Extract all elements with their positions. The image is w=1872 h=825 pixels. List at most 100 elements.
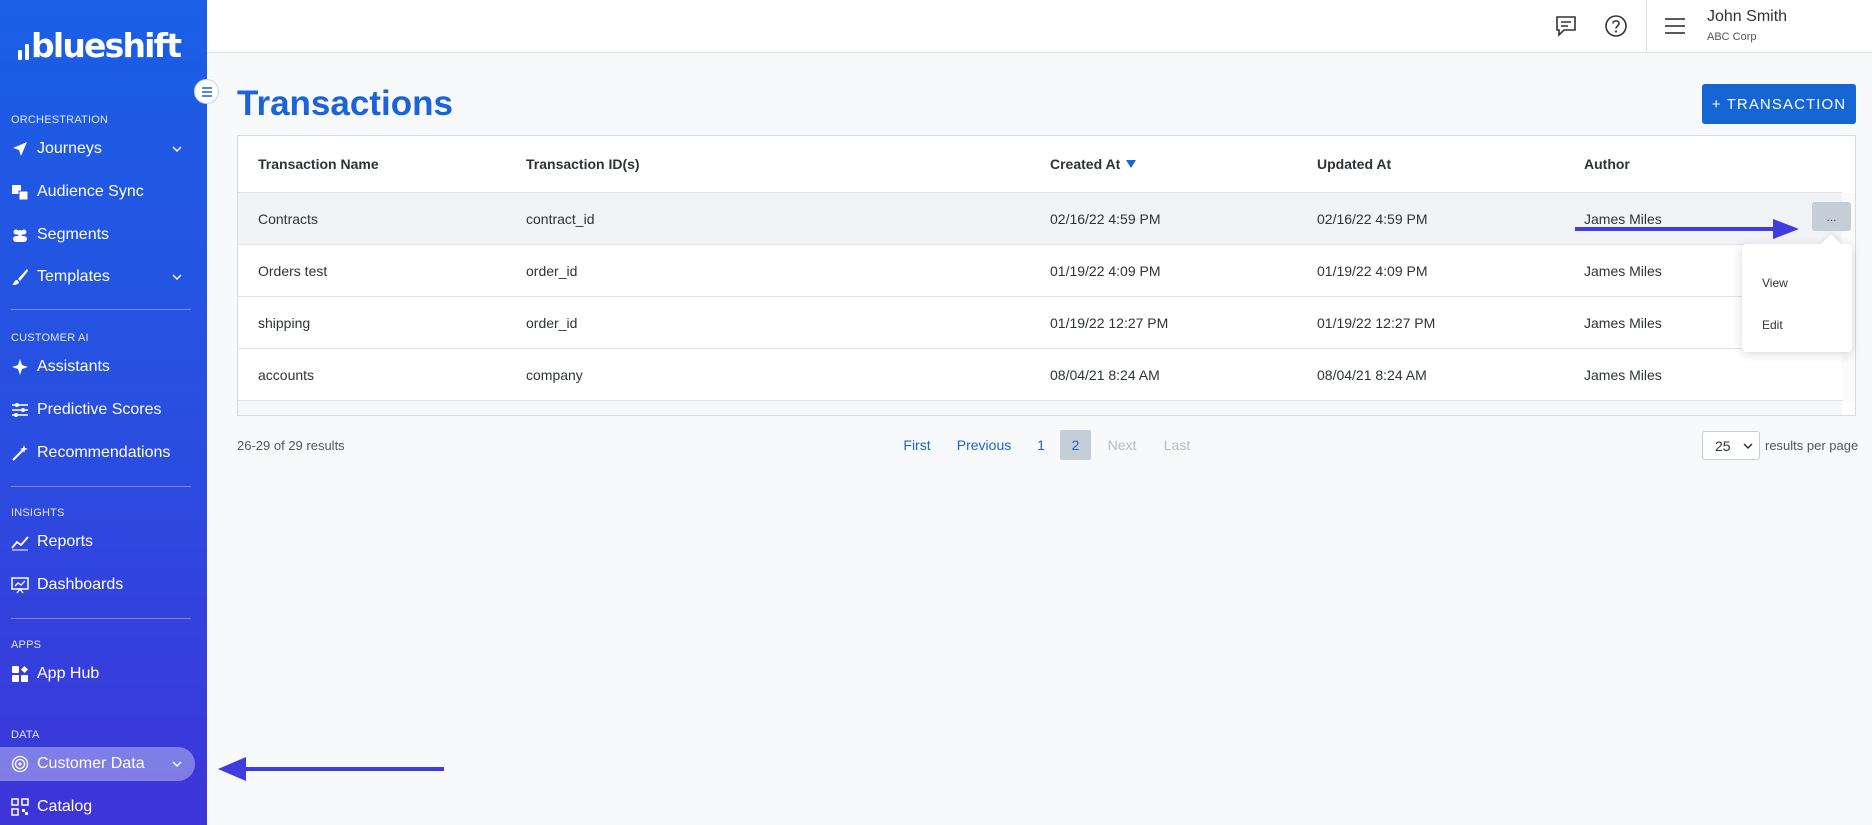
sidebar-divider [11, 618, 191, 619]
sidebar-item-label: Templates [37, 268, 110, 285]
fingerprint-icon [11, 755, 29, 773]
sidebar-item-catalog[interactable]: Catalog [0, 790, 195, 824]
row-actions-button[interactable]: ... [1812, 202, 1851, 231]
menu-item-edit[interactable]: Edit [1762, 318, 1783, 332]
menu-icon[interactable] [1664, 17, 1686, 35]
table-row[interactable]: shipping order_id 01/19/22 12:27 PM 01/1… [238, 297, 1842, 349]
annotation-arrow-right-icon [1575, 219, 1799, 239]
sidebar-item-recommendations[interactable]: Recommendations [0, 436, 195, 470]
column-header-transaction-ids[interactable]: Transaction ID(s) [526, 136, 640, 192]
table-header-row: Transaction Name Transaction ID(s) Creat… [238, 136, 1842, 193]
page-title: Transactions [237, 84, 453, 123]
audience-sync-icon [11, 183, 29, 201]
logo-text: blueshift [31, 26, 182, 65]
section-label-apps: APPS [11, 639, 42, 651]
qr-icon [11, 798, 29, 816]
sidebar-item-dashboards[interactable]: Dashboards [0, 568, 195, 602]
column-header-created-at[interactable]: Created At [1050, 136, 1137, 192]
sidebar-item-label: Catalog [37, 798, 93, 815]
author: James Miles [1584, 314, 1662, 331]
chevron-down-icon [172, 146, 182, 153]
horizontal-scrollbar[interactable] [238, 401, 1842, 415]
sidebar-divider [11, 309, 191, 310]
transaction-name: shipping [258, 314, 311, 331]
chevron-down-icon [1743, 443, 1753, 450]
pagination-next[interactable]: Next [1104, 430, 1140, 460]
per-page-value: 25 [1715, 437, 1731, 454]
updated-at: 01/19/22 12:27 PM [1317, 314, 1436, 331]
header-divider [1646, 0, 1647, 53]
pagination-previous[interactable]: Previous [952, 430, 1016, 460]
sidebar-item-label: Audience Sync [37, 183, 144, 200]
user-name[interactable]: John Smith [1707, 8, 1787, 26]
pagination-last[interactable]: Last [1160, 430, 1194, 460]
menu-item-view[interactable]: View [1762, 276, 1788, 290]
sidebar-item-app-hub[interactable]: App Hub [0, 657, 195, 691]
sidebar-item-journeys[interactable]: Journeys [0, 132, 195, 166]
sliders-icon [11, 401, 29, 419]
author: James Miles [1584, 366, 1662, 383]
dashboard-icon [11, 576, 29, 594]
pagination-page-1[interactable]: 1 [1032, 430, 1050, 460]
sidebar-item-predictive-scores[interactable]: Predictive Scores [0, 393, 195, 427]
section-label-insights: INSIGHTS [11, 507, 65, 519]
sidebar-item-segments[interactable]: Segments [0, 218, 195, 252]
line-chart-icon [11, 533, 29, 551]
results-summary: 26-29 of 29 results [237, 438, 345, 453]
sidebar-item-label: Predictive Scores [37, 401, 162, 418]
column-header-label: Created At [1050, 156, 1121, 172]
add-transaction-button[interactable]: + TRANSACTION [1702, 84, 1856, 124]
column-header-author[interactable]: Author [1584, 136, 1630, 192]
table-row[interactable]: Orders test order_id 01/19/22 4:09 PM 01… [238, 245, 1842, 297]
brand-logo[interactable]: blueshift [18, 26, 182, 65]
sparkle-icon [11, 358, 29, 376]
chevron-down-icon [172, 274, 182, 281]
transactions-table: Transaction Name Transaction ID(s) Creat… [237, 135, 1856, 416]
transaction-name: Contracts [258, 210, 318, 227]
magic-wand-icon [11, 444, 29, 462]
feedback-icon[interactable] [1554, 14, 1578, 38]
sidebar-item-audience-sync[interactable]: Audience Sync [0, 175, 195, 209]
users-icon [11, 226, 29, 244]
column-header-transaction-name[interactable]: Transaction Name [258, 136, 379, 192]
per-page-label: results per page [1765, 438, 1859, 453]
help-icon[interactable] [1604, 14, 1628, 38]
sidebar-item-label: Recommendations [37, 444, 171, 461]
apps-icon [11, 665, 29, 683]
sort-desc-icon [1126, 160, 1137, 168]
column-header-updated-at[interactable]: Updated At [1317, 136, 1391, 192]
created-at: 02/16/22 4:59 PM [1050, 210, 1161, 227]
transaction-ids: order_id [526, 262, 578, 279]
sidebar-item-label: App Hub [37, 665, 100, 682]
list-icon [201, 86, 212, 97]
table-row[interactable]: accounts company 08/04/21 8:24 AM 08/04/… [238, 349, 1842, 401]
sidebar-item-label: Assistants [37, 358, 110, 375]
transaction-ids: company [526, 366, 583, 383]
section-label-customer-ai: CUSTOMER AI [11, 332, 89, 344]
author: James Miles [1584, 262, 1662, 279]
sidebar-collapse-button[interactable] [194, 79, 219, 104]
sidebar-item-label: Customer Data [37, 755, 145, 772]
pagination-page-2[interactable]: 2 [1060, 430, 1091, 460]
updated-at: 01/19/22 4:09 PM [1317, 262, 1428, 279]
row-actions-menu: View Edit [1742, 244, 1852, 352]
pagination-first[interactable]: First [898, 430, 936, 460]
send-icon [11, 140, 29, 158]
sidebar-item-label: Dashboards [37, 576, 124, 593]
transaction-name: Orders test [258, 262, 328, 279]
transaction-name: accounts [258, 366, 315, 383]
sidebar-divider [11, 486, 191, 487]
results-per-page-select[interactable]: 25 [1702, 431, 1760, 460]
created-at: 01/19/22 4:09 PM [1050, 262, 1161, 279]
created-at: 08/04/21 8:24 AM [1050, 366, 1160, 383]
sidebar: blueshift ORCHESTRATION Journeys Audienc… [0, 0, 207, 825]
sidebar-item-templates[interactable]: Templates [0, 260, 195, 294]
updated-at: 08/04/21 8:24 AM [1317, 366, 1427, 383]
sidebar-item-label: Journeys [37, 140, 102, 157]
sidebar-item-customer-data[interactable]: Customer Data [0, 747, 195, 781]
chevron-down-icon [172, 761, 182, 768]
annotation-arrow-left-icon [218, 757, 444, 781]
sidebar-item-assistants[interactable]: Assistants [0, 350, 195, 384]
sidebar-item-label: Reports [37, 533, 94, 550]
sidebar-item-reports[interactable]: Reports [0, 525, 195, 559]
